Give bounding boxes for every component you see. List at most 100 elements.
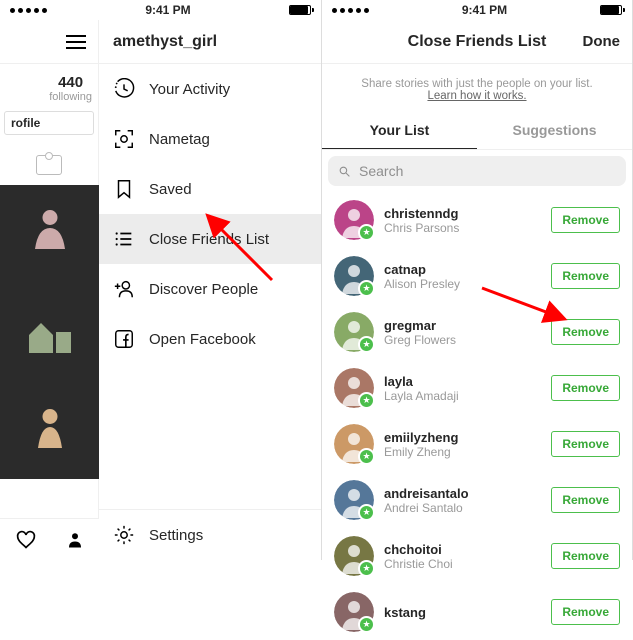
remove-button[interactable]: Remove: [551, 431, 620, 457]
edit-profile-button[interactable]: rofile: [4, 111, 94, 135]
signal-dots-icon: [332, 8, 369, 13]
tagged-posts-icon[interactable]: [36, 155, 62, 175]
following-count: 440: [49, 74, 92, 91]
menu-discover[interactable]: Discover People: [99, 264, 321, 314]
menu-facebook[interactable]: Open Facebook: [99, 314, 321, 364]
tab-your-list[interactable]: Your List: [322, 112, 477, 149]
bookmark-icon: [113, 178, 135, 200]
friend-text: christenndg Chris Parsons: [384, 206, 541, 235]
friend-text: catnap Alison Presley: [384, 262, 541, 291]
search-placeholder: Search: [359, 163, 403, 179]
close-friend-star-icon: ★: [358, 504, 375, 521]
menu-label: Your Activity: [149, 81, 230, 98]
friend-fullname: Layla Amadaji: [384, 389, 541, 403]
battery-icon: [600, 5, 622, 15]
close-friends-screen: 9:41 PM Close Friends List Done Share st…: [322, 0, 633, 560]
friend-row: ★ chchoitoi Christie Choi Remove: [322, 528, 632, 584]
avatar-wrap[interactable]: ★: [334, 200, 374, 240]
remove-button[interactable]: Remove: [551, 375, 620, 401]
friend-text: andreisantalo Andrei Santalo: [384, 486, 541, 515]
remove-button[interactable]: Remove: [551, 599, 620, 625]
friend-text: chchoitoi Christie Choi: [384, 542, 541, 571]
avatar-wrap[interactable]: ★: [334, 592, 374, 632]
close-friend-star-icon: ★: [358, 224, 375, 241]
friend-text: emiilyzheng Emily Zheng: [384, 430, 541, 459]
friend-username: catnap: [384, 262, 541, 277]
profile-menu-screen: 9:41 PM 440 following rofile: [0, 0, 322, 560]
signal-dots-icon: [10, 8, 47, 13]
battery-icon: [289, 5, 311, 15]
menu-label: Settings: [149, 527, 203, 544]
menu-label: Discover People: [149, 281, 258, 298]
menu-your-activity[interactable]: Your Activity: [99, 64, 321, 114]
friend-username: andreisantalo: [384, 486, 541, 501]
menu-close-friends[interactable]: Close Friends List: [99, 214, 321, 264]
avatar-wrap[interactable]: ★: [334, 312, 374, 352]
done-button[interactable]: Done: [583, 33, 621, 50]
grid-photo[interactable]: [0, 381, 99, 479]
side-menu: amethyst_girl Your Activity Nametag Save…: [99, 20, 321, 560]
grid-photo[interactable]: [0, 185, 99, 283]
close-friend-star-icon: ★: [358, 336, 375, 353]
screen-title: Close Friends List: [408, 33, 547, 51]
stats-row: 440 following: [0, 64, 98, 111]
friend-fullname: Chris Parsons: [384, 221, 541, 235]
following-label: following: [49, 91, 92, 103]
friend-row: ★ andreisantalo Andrei Santalo Remove: [322, 472, 632, 528]
friend-fullname: Christie Choi: [384, 557, 541, 571]
remove-button[interactable]: Remove: [551, 319, 620, 345]
status-time: 9:41 PM: [462, 3, 507, 17]
avatar-wrap[interactable]: ★: [334, 368, 374, 408]
close-friend-star-icon: ★: [358, 280, 375, 297]
avatar-wrap[interactable]: ★: [334, 480, 374, 520]
clock-history-icon: [113, 78, 135, 100]
menu-label: Close Friends List: [149, 231, 269, 248]
bottom-nav: [0, 518, 99, 560]
remove-button[interactable]: Remove: [551, 263, 620, 289]
friend-fullname: Emily Zheng: [384, 445, 541, 459]
close-friend-star-icon: ★: [358, 616, 375, 633]
avatar-wrap[interactable]: ★: [334, 536, 374, 576]
menu-username: amethyst_girl: [99, 20, 321, 64]
status-bar: 9:41 PM: [322, 0, 632, 20]
menu-saved[interactable]: Saved: [99, 164, 321, 214]
remove-button[interactable]: Remove: [551, 543, 620, 569]
menu-nametag[interactable]: Nametag: [99, 114, 321, 164]
friend-row: ★ christenndg Chris Parsons Remove: [322, 192, 632, 248]
menu-label: Open Facebook: [149, 331, 256, 348]
friends-list: ★ christenndg Chris Parsons Remove ★ cat…: [322, 192, 632, 640]
profile-sliver: 440 following rofile: [0, 20, 99, 560]
status-time: 9:41 PM: [145, 3, 190, 17]
close-friend-star-icon: ★: [358, 392, 375, 409]
avatar-wrap[interactable]: ★: [334, 256, 374, 296]
activity-heart-icon[interactable]: [15, 530, 37, 550]
friend-fullname: Alison Presley: [384, 277, 541, 291]
search-input[interactable]: Search: [328, 156, 626, 186]
profile-person-icon[interactable]: [66, 530, 84, 550]
menu-settings[interactable]: Settings: [99, 509, 321, 560]
friend-username: emiilyzheng: [384, 430, 541, 445]
friend-text: kstang: [384, 605, 541, 620]
facebook-icon: [113, 328, 135, 350]
menu-label: Nametag: [149, 131, 210, 148]
learn-link[interactable]: Learn how it works.: [427, 90, 526, 102]
status-bar: 9:41 PM: [0, 0, 321, 20]
friend-row: ★ gregmar Greg Flowers Remove: [322, 304, 632, 360]
hamburger-icon[interactable]: [66, 35, 86, 49]
close-friend-star-icon: ★: [358, 560, 375, 577]
friend-username: christenndg: [384, 206, 541, 221]
remove-button[interactable]: Remove: [551, 207, 620, 233]
friend-fullname: Andrei Santalo: [384, 501, 541, 515]
list-icon: [113, 228, 135, 250]
grid-photo[interactable]: [0, 283, 99, 381]
tabs: Your List Suggestions: [322, 112, 632, 150]
remove-button[interactable]: Remove: [551, 487, 620, 513]
friend-text: gregmar Greg Flowers: [384, 318, 541, 347]
tab-suggestions[interactable]: Suggestions: [477, 112, 632, 149]
friend-row: ★ catnap Alison Presley Remove: [322, 248, 632, 304]
friend-row: ★ layla Layla Amadaji Remove: [322, 360, 632, 416]
friend-username: layla: [384, 374, 541, 389]
nametag-scan-icon: [113, 128, 135, 150]
avatar-wrap[interactable]: ★: [334, 424, 374, 464]
following-stat[interactable]: 440 following: [49, 74, 92, 103]
